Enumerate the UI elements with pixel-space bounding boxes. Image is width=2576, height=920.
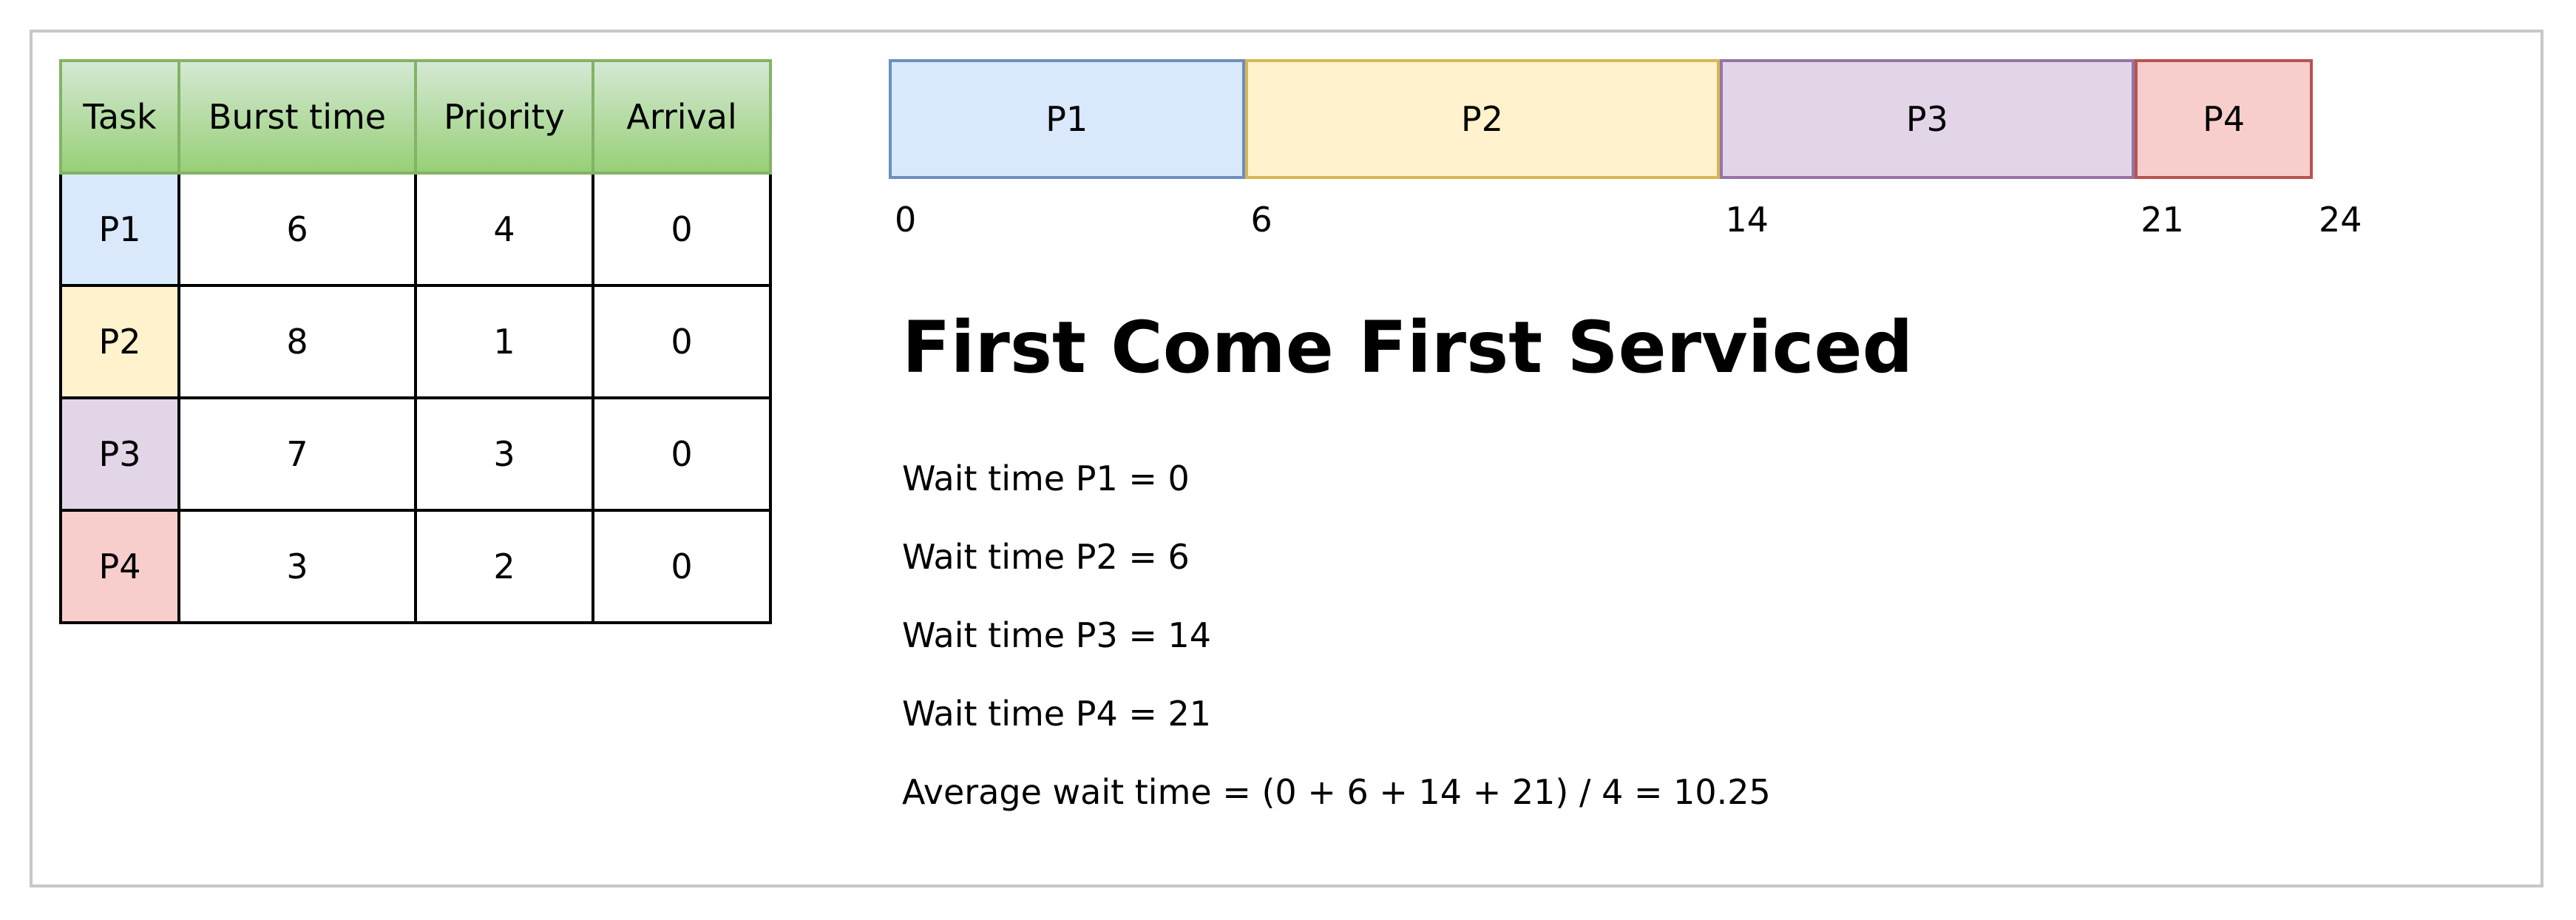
- gantt-tick-label: 24: [2319, 200, 2362, 240]
- gantt-tick-label: 14: [1725, 200, 1769, 240]
- gantt-time-axis: 0 6 14 21 24: [889, 200, 2362, 244]
- gantt-block-p3: P3: [1719, 59, 2135, 179]
- header-burst-time: Burst time: [177, 59, 417, 175]
- average-wait-time: Average wait time = (0 + 6 + 14 + 21) / …: [902, 772, 1771, 812]
- wait-time-list: Wait time P1 = 0 Wait time P2 = 6 Wait t…: [902, 439, 1771, 831]
- gantt-tick-label: 21: [2141, 200, 2184, 240]
- arrival-cell: 0: [592, 509, 772, 624]
- burst-cell: 7: [177, 396, 417, 512]
- wait-time-p4: Wait time P4 = 21: [902, 694, 1212, 734]
- table-row: P3 7 3 0: [59, 396, 772, 512]
- gantt-tick-label: 6: [1250, 200, 1272, 240]
- task-cell-p2: P2: [59, 284, 180, 399]
- priority-cell: 3: [414, 396, 594, 512]
- table-row: P4 3 2 0: [59, 509, 772, 624]
- task-table: Task Burst time Priority Arrival P1 6 4 …: [59, 59, 772, 624]
- task-cell-p1: P1: [59, 172, 180, 287]
- task-cell-p4: P4: [59, 509, 180, 624]
- burst-cell: 3: [177, 509, 417, 624]
- priority-cell: 2: [414, 509, 594, 624]
- table-row: P1 6 4 0: [59, 172, 772, 287]
- burst-cell: 8: [177, 284, 417, 399]
- arrival-cell: 0: [592, 396, 772, 512]
- arrival-cell: 0: [592, 172, 772, 287]
- wait-time-p2: Wait time P2 = 6: [902, 537, 1190, 577]
- arrival-cell: 0: [592, 284, 772, 399]
- gantt-block-p4: P4: [2135, 59, 2313, 179]
- table-row: P2 8 1 0: [59, 284, 772, 399]
- wait-time-p3: Wait time P3 = 14: [902, 615, 1212, 655]
- gantt-block-p1: P1: [889, 59, 1245, 179]
- gantt-tick-label: 0: [895, 200, 917, 240]
- table-header-row: Task Burst time Priority Arrival: [59, 59, 772, 175]
- burst-cell: 6: [177, 172, 417, 287]
- wait-time-p1: Wait time P1 = 0: [902, 459, 1190, 498]
- header-priority: Priority: [414, 59, 594, 175]
- task-cell-p3: P3: [59, 396, 180, 512]
- priority-cell: 1: [414, 284, 594, 399]
- header-arrival: Arrival: [592, 59, 772, 175]
- header-task: Task: [59, 59, 180, 175]
- gantt-block-p2: P2: [1244, 59, 1720, 179]
- page-title: First Come First Serviced: [902, 306, 1914, 389]
- gantt-chart: P1 P2 P3 P4: [889, 59, 2313, 179]
- priority-cell: 4: [414, 172, 594, 287]
